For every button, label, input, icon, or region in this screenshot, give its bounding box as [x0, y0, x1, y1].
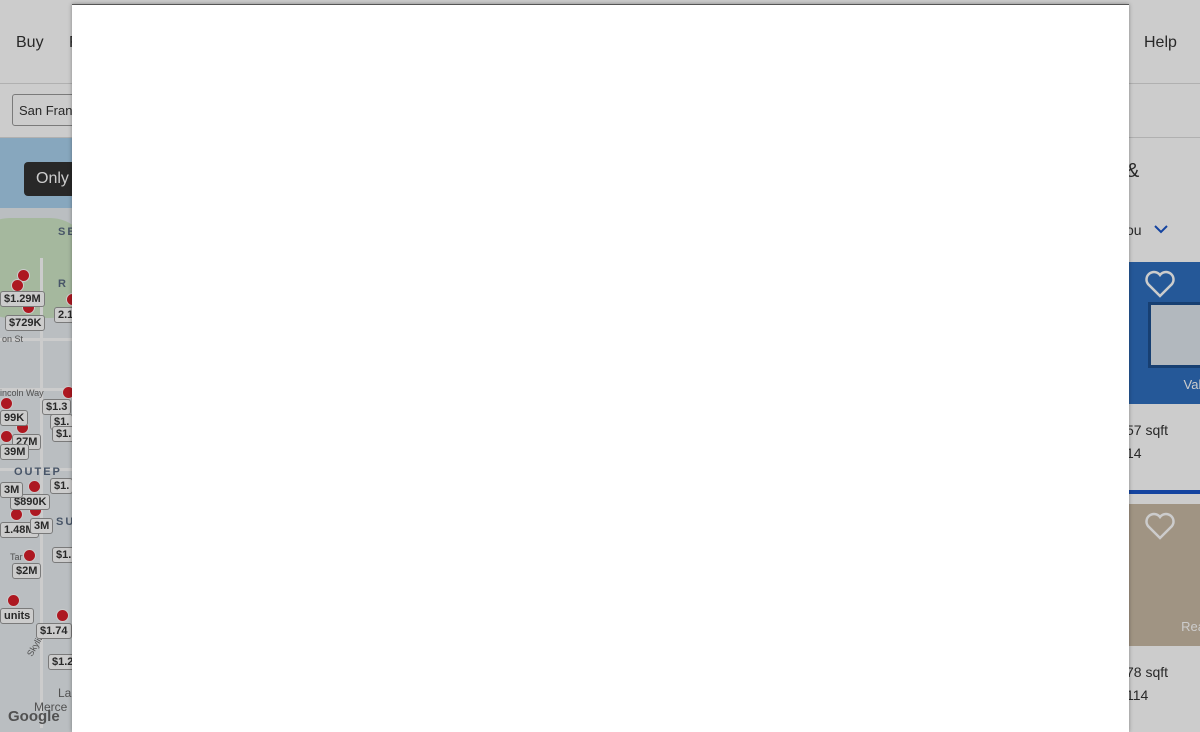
modal-dialog[interactable]	[72, 4, 1129, 732]
